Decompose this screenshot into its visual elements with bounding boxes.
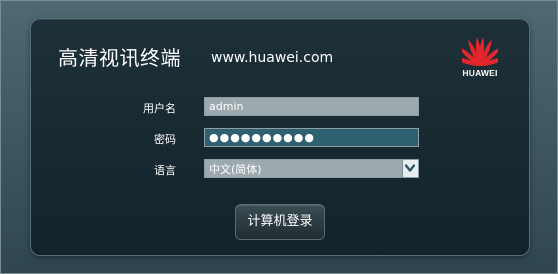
- computer-login-button[interactable]: 计算机登录: [235, 204, 325, 240]
- huawei-petal-icon: [462, 37, 498, 67]
- username-field[interactable]: [204, 97, 419, 116]
- username-label: 用户名: [143, 102, 176, 115]
- website-url: www.huawei.com: [211, 50, 334, 66]
- language-label: 语言: [154, 164, 176, 177]
- huawei-logo: HUAWEI: [456, 34, 504, 80]
- language-select[interactable]: 中文(简体): [204, 159, 419, 178]
- brand-name: HUAWEI: [462, 68, 498, 78]
- password-label: 密码: [154, 133, 176, 146]
- password-field[interactable]: ●●●●●●●●●●: [204, 128, 419, 147]
- chevron-down-icon[interactable]: [402, 160, 418, 177]
- page-title: 高清视讯终端: [58, 46, 181, 70]
- language-selected-value: 中文(简体): [209, 163, 262, 176]
